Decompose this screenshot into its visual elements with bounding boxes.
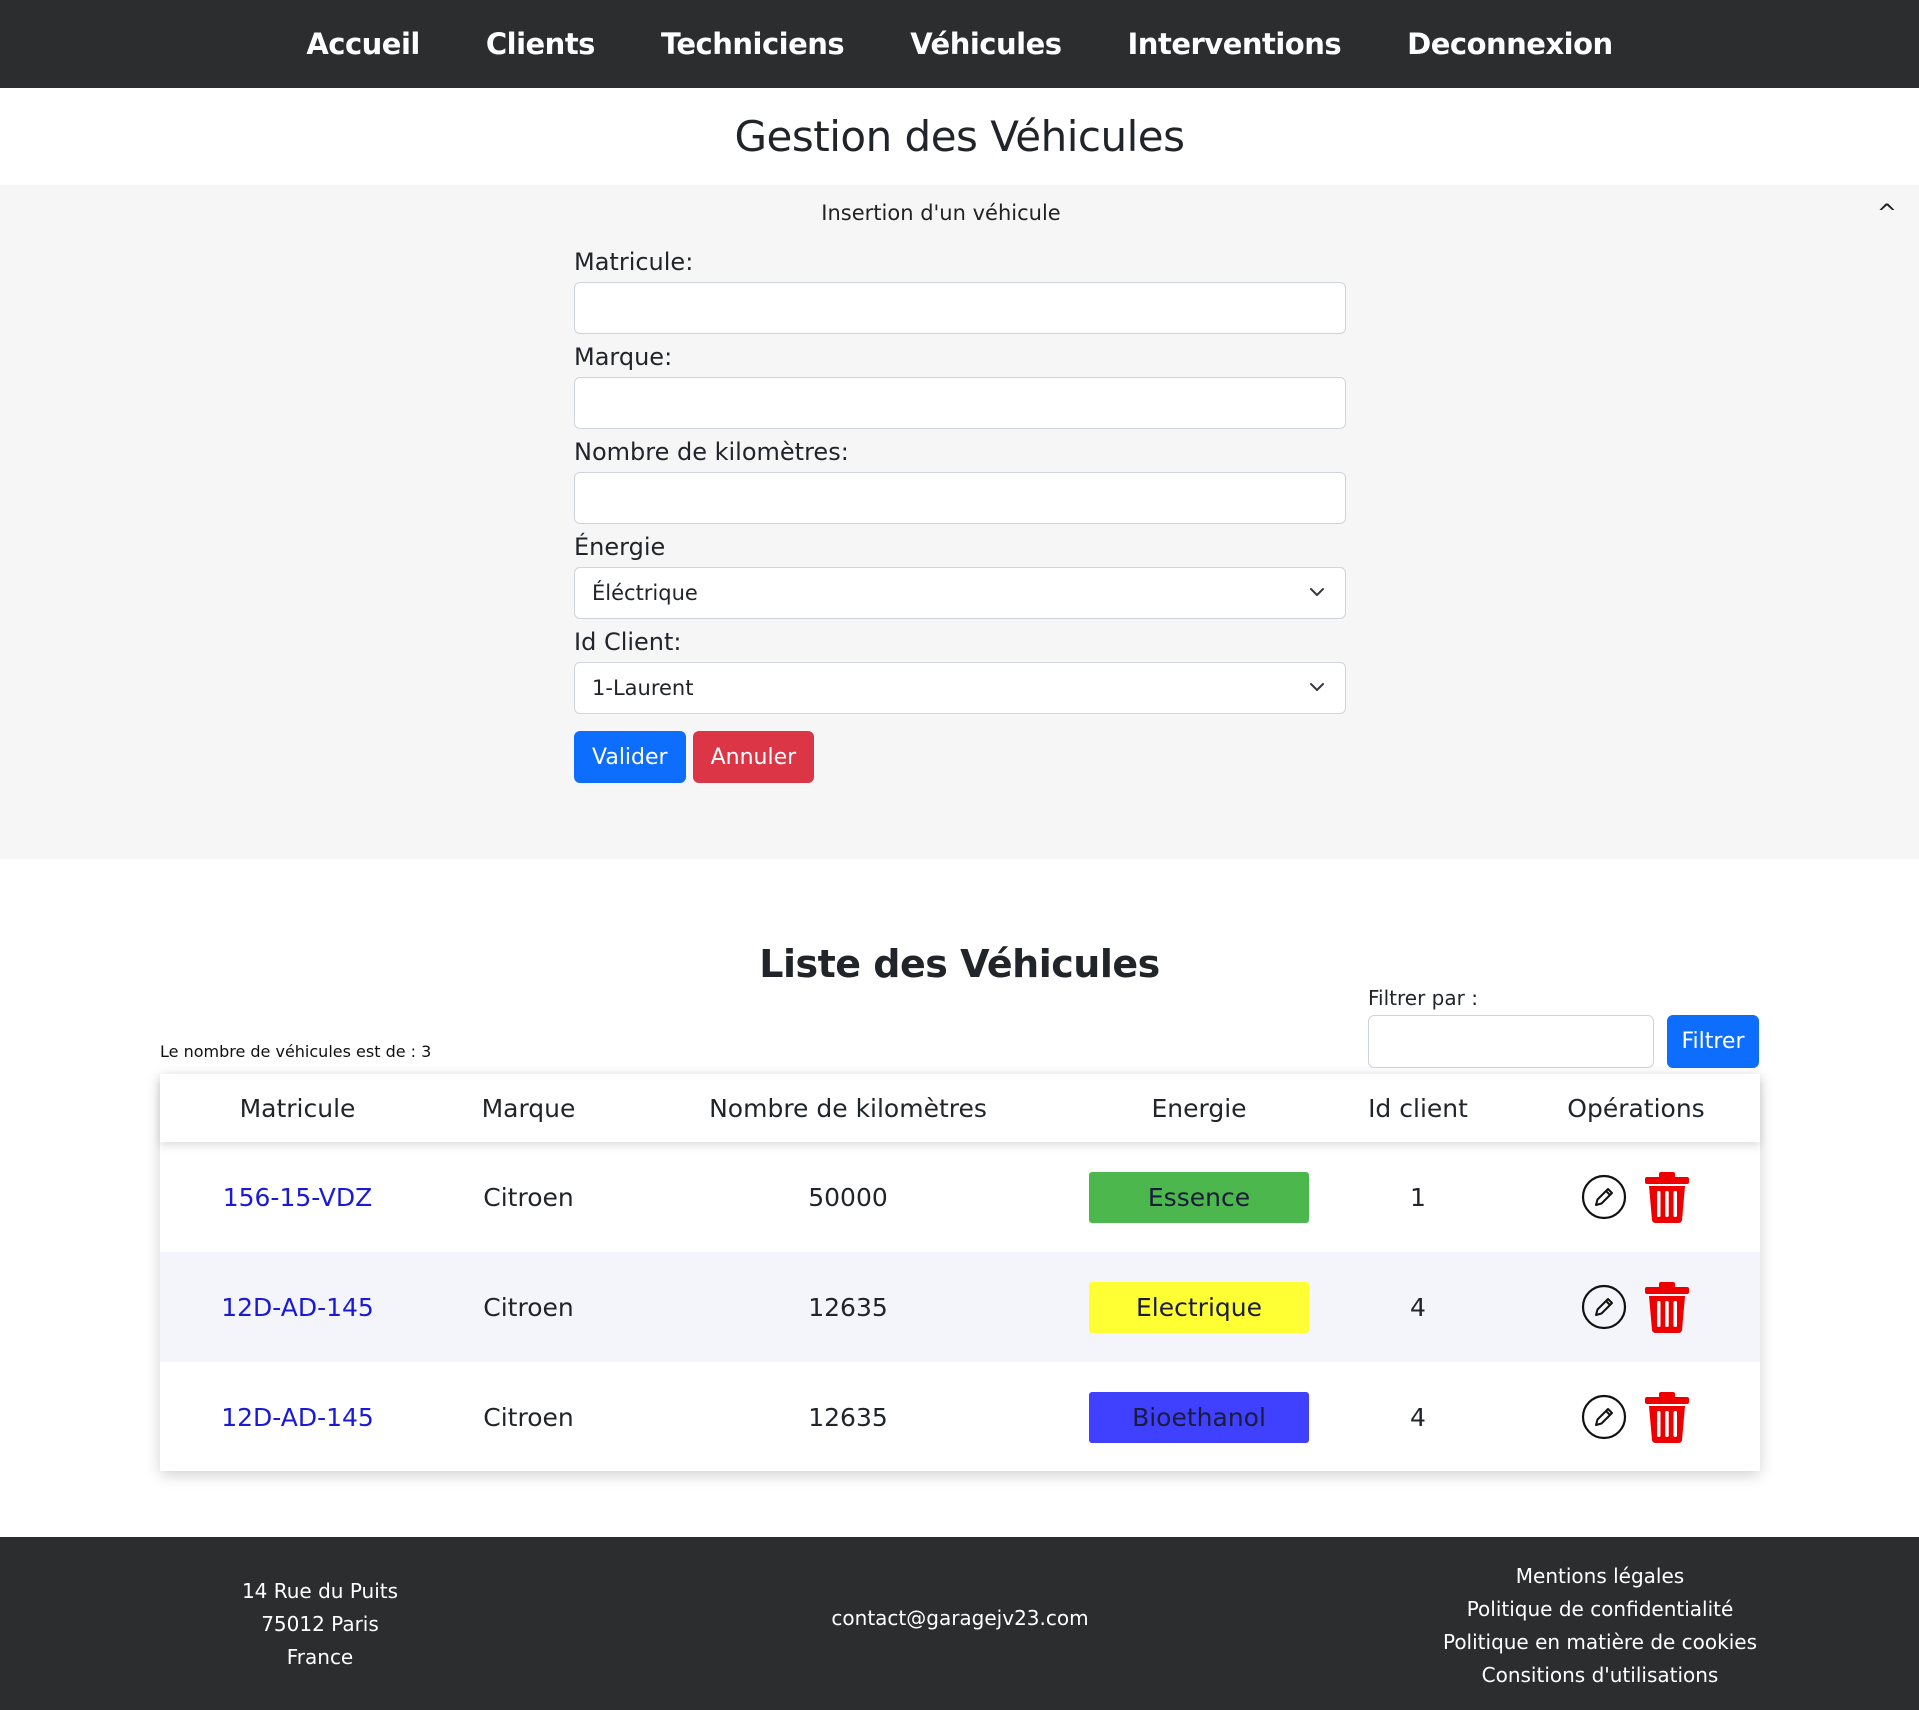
table-row: 156-15-VDZ Citroen 50000 Essence 1 (160, 1142, 1760, 1252)
row-matricule-link[interactable]: 156-15-VDZ (160, 1183, 435, 1212)
collapse-toggle-icon[interactable]: ^ (1877, 199, 1897, 227)
footer-link-cookies[interactable]: Politique en matière de cookies (1400, 1626, 1800, 1659)
client-selected-value: 1-Laurent (592, 676, 694, 700)
top-navbar: Accueil Clients Techniciens Véhicules In… (0, 0, 1919, 88)
vehicle-insert-panel: Insertion d'un véhicule ^ Matricule: Mar… (0, 185, 1919, 859)
footer-link-mentions[interactable]: Mentions légales (1400, 1560, 1800, 1593)
nav-techniciens[interactable]: Techniciens (661, 27, 845, 61)
table-row: 12D-AD-145 Citroen 12635 Electrique 4 (160, 1252, 1760, 1362)
energie-selected-value: Éléctrique (592, 581, 698, 605)
vehicle-form: Matricule: Marque: Nombre de kilomètres:… (574, 247, 1346, 783)
row-energie-cell: Electrique (1074, 1281, 1324, 1333)
nav-clients[interactable]: Clients (486, 27, 596, 61)
page-title: Gestion des Véhicules (734, 112, 1185, 161)
row-client: 1 (1410, 1182, 1426, 1212)
header-client[interactable]: Id client (1324, 1094, 1512, 1123)
form-buttons: Valider Annuler (574, 731, 1346, 783)
energie-select[interactable]: Éléctrique (574, 567, 1346, 619)
filter-button[interactable]: Filtrer (1667, 1015, 1759, 1068)
client-select[interactable]: 1-Laurent (574, 662, 1346, 714)
footer-address: 14 Rue du Puits 75012 Paris France (200, 1575, 440, 1674)
energie-label: Énergie (574, 533, 666, 561)
filter-input[interactable] (1368, 1015, 1654, 1068)
address-line: 75012 Paris (261, 1612, 379, 1636)
header-matricule[interactable]: Matricule (160, 1094, 435, 1123)
form-caption: Insertion d'un véhicule (821, 201, 1061, 225)
row-operations (1512, 1390, 1760, 1444)
valider-button[interactable]: Valider (574, 731, 686, 783)
row-matricule-link[interactable]: 12D-AD-145 (160, 1403, 435, 1432)
row-km: 50000 (808, 1182, 888, 1212)
energie-badge: Essence (1089, 1171, 1309, 1223)
marque-input[interactable] (574, 377, 1346, 429)
header-operations: Opérations (1567, 1093, 1705, 1123)
trash-icon[interactable] (1643, 1280, 1691, 1334)
address-line: France (286, 1645, 354, 1669)
header-marque[interactable]: Marque (435, 1094, 622, 1123)
nav-deconnexion[interactable]: Deconnexion (1407, 27, 1613, 61)
row-km: 12635 (808, 1402, 888, 1432)
vehicle-count-value: 3 (421, 1042, 432, 1061)
vehicle-count-label: Le nombre de véhicules est de : (160, 1042, 417, 1061)
row-km: 12635 (808, 1292, 888, 1322)
row-marque: Citroen (483, 1402, 574, 1432)
trash-icon[interactable] (1643, 1170, 1691, 1224)
list-title: Liste des Véhicules (759, 942, 1160, 986)
footer-link-terms[interactable]: Consitions d'utilisations (1400, 1659, 1800, 1692)
km-label: Nombre de kilomètres: (574, 438, 849, 466)
energie-badge: Electrique (1089, 1281, 1309, 1333)
marque-label: Marque: (574, 343, 673, 371)
filter-label: Filtrer par : (1368, 986, 1478, 1010)
trash-icon[interactable] (1643, 1390, 1691, 1444)
matricule-label: Matricule: (574, 248, 694, 276)
header-km[interactable]: Nombre de kilomètres (622, 1094, 1074, 1123)
row-marque: Citroen (483, 1292, 574, 1322)
header-energie[interactable]: Energie (1074, 1094, 1324, 1123)
km-input[interactable] (574, 472, 1346, 524)
matricule-input[interactable] (574, 282, 1346, 334)
table-header: Matricule Marque Nombre de kilomètres En… (160, 1074, 1760, 1142)
nav-accueil[interactable]: Accueil (306, 27, 420, 61)
nav-interventions[interactable]: Interventions (1128, 27, 1342, 61)
energie-badge: Bioethanol (1089, 1391, 1309, 1443)
table-row: 12D-AD-145 Citroen 12635 Bioethanol 4 (160, 1362, 1760, 1472)
row-energie-cell: Essence (1074, 1171, 1324, 1223)
row-operations (1512, 1280, 1760, 1334)
footer: 14 Rue du Puits 75012 Paris France conta… (0, 1537, 1919, 1710)
row-operations (1512, 1170, 1760, 1224)
annuler-button[interactable]: Annuler (692, 731, 815, 783)
edit-pencil-icon[interactable] (1581, 1284, 1627, 1330)
edit-pencil-icon[interactable] (1581, 1174, 1627, 1220)
footer-links: Mentions légales Politique de confidenti… (1400, 1560, 1800, 1692)
vehicle-table: Matricule Marque Nombre de kilomètres En… (160, 1074, 1760, 1471)
vehicle-count: Le nombre de véhicules est de : 3 (160, 1042, 431, 1061)
chevron-down-icon (1310, 683, 1324, 691)
footer-email[interactable]: contact@garagejv23.com (760, 1606, 1160, 1630)
client-label: Id Client: (574, 628, 682, 656)
row-energie-cell: Bioethanol (1074, 1391, 1324, 1443)
footer-link-privacy[interactable]: Politique de confidentialité (1400, 1593, 1800, 1626)
row-client: 4 (1410, 1402, 1426, 1432)
chevron-down-icon (1310, 588, 1324, 596)
row-marque: Citroen (483, 1182, 574, 1212)
address-line: 14 Rue du Puits (241, 1579, 399, 1603)
row-client: 4 (1410, 1292, 1426, 1322)
row-matricule-link[interactable]: 12D-AD-145 (160, 1293, 435, 1322)
nav-vehicules[interactable]: Véhicules (910, 27, 1062, 61)
edit-pencil-icon[interactable] (1581, 1394, 1627, 1440)
